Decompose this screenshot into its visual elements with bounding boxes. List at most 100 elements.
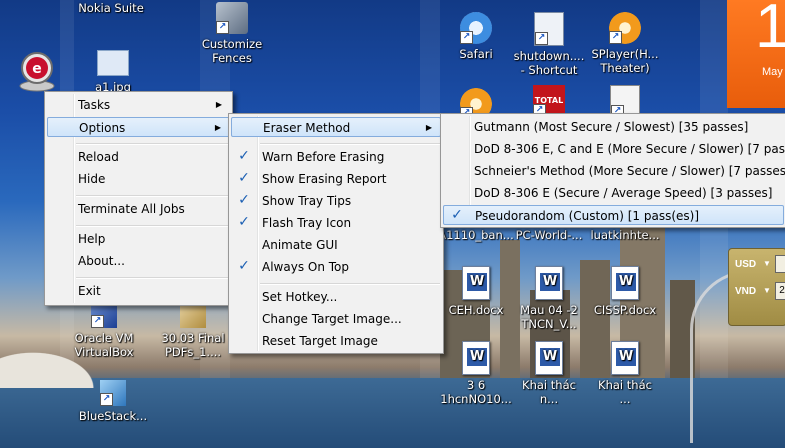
desktop-icon-bluestacks[interactable]: ↗ BlueStack... [73,380,153,423]
icon-label: luatkinhte... [590,228,660,242]
menu-item-method-dod-7-pass[interactable]: DoD 8-306 E, C and E (More Secure / Slow… [443,139,785,159]
image-file-icon [97,50,129,76]
menu-item-label: Warn Before Erasing [262,150,385,164]
menu-item-label: Hide [78,172,106,186]
submenu-arrow-icon: ▶ [425,123,432,132]
menu-separator [76,195,229,197]
menu-item-help[interactable]: Help [47,229,230,249]
menu-item-show-tray-tips[interactable]: ✓ Show Tray Tips [231,191,441,211]
desktop-icon-khai-thac-1[interactable]: Khai thác n... [509,341,589,406]
menu-item-label: Tasks [78,98,111,112]
icon-label-2: VirtualBox [74,345,134,359]
desktop-icon-30-03-final-pdfs[interactable]: 30.03 Final PDFs_1.... [153,302,233,359]
menu-item-terminate-all-jobs[interactable]: Terminate All Jobs [47,199,230,219]
menu-item-reload[interactable]: Reload [47,147,230,167]
icon-label: Khai thác [598,378,652,392]
icon-label: 30.03 Final [161,331,225,345]
icon-label-2: Fences [212,51,252,65]
menu-item-eraser-method[interactable]: Eraser Method ▶ [231,117,441,137]
desktop-icon-safari[interactable]: ↗ Safari [436,12,516,61]
eraser-app-icon[interactable]: e [17,50,57,92]
menu-item-hide[interactable]: Hide [47,169,230,189]
context-menu-main: Tasks ▶ Options ▶ Reload Hide Terminate … [44,91,233,306]
vnd-value-box[interactable]: 2 [775,282,785,300]
installer-icon: ↗ [100,380,126,406]
menu-item-change-target-image[interactable]: Change Target Image... [231,309,441,329]
vnd-label: VND [735,286,757,297]
desktop-icon-a1-jpg[interactable]: a1.jpg [73,50,153,94]
icon-label: CEH.docx [448,303,504,317]
desktop-icon-pc-world[interactable]: PC-World-... [509,228,589,242]
desktop-icon-3-6[interactable]: 3 6 1hcnNO10... [436,341,516,406]
menu-item-method-dod-3-pass[interactable]: DoD 8-306 E (Secure / Average Speed) [3 … [443,183,784,203]
desktop-icon-shutdown-shortcut[interactable]: ↗ shutdown.... - Shortcut [509,12,589,77]
usd-value-box[interactable] [775,255,785,273]
icon-label-2: 1hcnNO10... [440,392,512,406]
icon-label: Khai thác [522,378,576,392]
menu-item-label: Schneier's Method (More Secure / Slower)… [474,164,785,178]
menu-separator [260,143,440,145]
menu-separator [76,277,229,279]
chevron-down-icon[interactable]: ▼ [763,286,771,295]
menu-item-animate-gui[interactable]: Animate GUI [231,235,441,255]
calendar-tile[interactable]: 1 May [727,0,785,108]
menu-item-method-pseudorandom[interactable]: ✓ Pseudorandom (Custom) [1 pass(es)] [443,205,784,225]
menu-item-method-gutmann[interactable]: Gutmann (Most Secure / Slowest) [35 pass… [443,117,784,137]
menu-item-flash-tray-icon[interactable]: ✓ Flash Tray Icon [231,213,441,233]
desktop-icon-luatkinhte[interactable]: luatkinhte... [585,228,665,242]
desktop-icon-khai-thac-2[interactable]: Khai thác ... [585,341,665,406]
checkmark-icon: ✓ [238,214,250,230]
menu-item-label: Always On Top [262,260,349,274]
compass-icon: ↗ [460,12,492,44]
menu-item-label: Flash Tray Icon [262,216,352,230]
menu-separator [76,143,229,145]
icon-label-2: PDFs_1.... [164,345,222,359]
desktop-icon-a1110-ban[interactable]: A1110_ban... [436,228,516,242]
desktop-icon-mau-04[interactable]: Mau 04 -2 TNCN_V... [509,266,589,331]
document-icon: ↗ [534,12,564,46]
icon-label: Mau 04 -2 [520,303,578,317]
desktop-icon-splayer[interactable]: ↗ SPlayer(H... Theater) [585,12,665,75]
menu-item-show-erasing-report[interactable]: ✓ Show Erasing Report [231,169,441,189]
icon-label-2: Theater) [600,61,650,75]
menu-item-label: Set Hotkey... [262,290,338,304]
desktop-icon-nokia-suite[interactable]: Nokia Suite [71,0,151,15]
context-menu-options: Eraser Method ▶ ✓ Warn Before Erasing ✓ … [228,113,444,354]
menu-item-about[interactable]: About... [47,251,230,271]
icon-label-2: ... [619,392,631,406]
menu-item-exit[interactable]: Exit [47,281,230,301]
menu-item-label: Reset Target Image [262,334,378,348]
icon-label: PC-World-... [515,228,583,242]
menu-separator [260,283,440,285]
menu-item-options[interactable]: Options ▶ [47,117,230,137]
menu-item-reset-target-image[interactable]: Reset Target Image [231,331,441,351]
desktop-icon-virtualbox[interactable]: ↗ Oracle VM VirtualBox [64,302,144,359]
menu-item-label: Show Tray Tips [262,194,352,208]
chevron-down-icon[interactable]: ▼ [763,259,771,268]
currency-gadget[interactable]: USD ▼ VND ▼ 2 [728,248,785,326]
menu-item-label: Change Target Image... [262,312,402,326]
icon-label: Customize [201,37,263,51]
desktop-icon-customize-fences[interactable]: ↗ Customize Fences [192,2,272,65]
calendar-day: 1 [755,0,785,61]
calendar-month: May [762,66,783,78]
menu-item-tasks[interactable]: Tasks ▶ [47,95,230,115]
icon-label: Nokia Suite [78,1,144,15]
desktop-icon-cissp-docx[interactable]: CISSP.docx [585,266,665,317]
icon-label: SPlayer(H... [591,47,659,61]
menu-item-always-on-top[interactable]: ✓ Always On Top [231,257,441,277]
word-document-icon [462,341,490,375]
submenu-arrow-icon: ▶ [214,123,221,132]
checkmark-icon: ✓ [451,207,463,223]
word-document-icon [535,341,563,375]
desktop-icon-ceh-docx[interactable]: CEH.docx [436,266,516,317]
menu-item-set-hotkey[interactable]: Set Hotkey... [231,287,441,307]
icon-label: 3 6 [466,378,486,392]
checkmark-icon: ✓ [238,148,250,164]
menu-item-label: Options [79,121,126,135]
menu-item-warn-before-erasing[interactable]: ✓ Warn Before Erasing [231,147,441,167]
usd-label: USD [735,259,757,270]
checkmark-icon: ✓ [238,192,250,208]
menu-item-label: About... [78,254,125,268]
menu-item-method-schneier[interactable]: Schneier's Method (More Secure / Slower)… [443,161,785,181]
